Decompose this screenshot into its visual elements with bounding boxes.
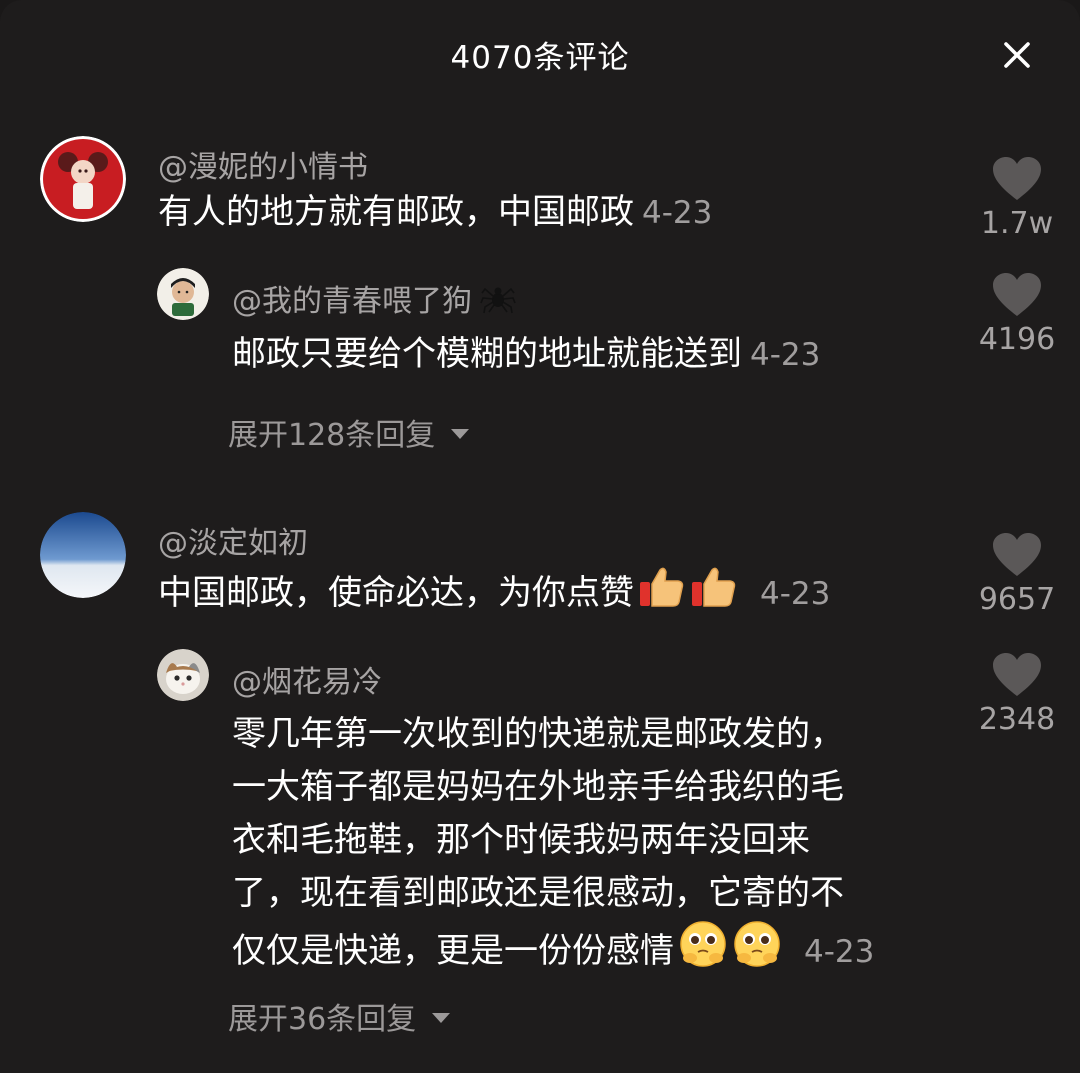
caret-down-icon	[449, 414, 471, 449]
heart-icon	[993, 653, 1041, 696]
like-count: 2348	[978, 702, 1056, 737]
reply-date: 4-23	[750, 337, 821, 373]
heart-icon	[993, 533, 1041, 576]
like-button[interactable]: 4196	[962, 272, 1072, 357]
expand-replies-label: 展开128条回复	[228, 418, 436, 453]
comments-count-title: 4070条评论	[450, 40, 630, 76]
avatar[interactable]	[157, 649, 209, 701]
reply-line: 仅仅是快递，更是一份份感情	[232, 931, 674, 971]
comment-text: 有人的地方就有邮政，中国邮政 4-23	[158, 186, 712, 240]
heart-icon	[993, 273, 1041, 316]
reply-line: 了，现在看到邮政还是很感动，它寄的不	[232, 873, 844, 913]
comment-text: 中国邮政，使命必达，为你点赞 4-23	[158, 564, 830, 626]
expand-replies-button[interactable]: 展开36条回复	[228, 994, 452, 1038]
reply-username[interactable]: @我的青春喂了狗	[232, 276, 516, 323]
like-count: 4196	[978, 322, 1056, 357]
comments-panel: 4070条评论 @漫妮的小情书 有人的地方就有邮政，中国邮政4-23 1.7w	[0, 0, 1080, 1073]
reply-line: 衣和毛拖鞋，那个时候我妈两年没回来	[232, 820, 810, 860]
thumbs-up-emoji	[638, 564, 686, 626]
thumbs-up-emoji	[690, 564, 738, 626]
like-button[interactable]: 2348	[962, 652, 1072, 737]
like-button[interactable]: 9657	[962, 532, 1072, 617]
reply-text: 邮政只要给个模糊的地址就能送到 4-23	[232, 328, 820, 382]
close-button[interactable]	[996, 34, 1038, 76]
like-count: 1.7w	[980, 206, 1054, 241]
avatar[interactable]	[40, 512, 126, 598]
comment-body: 中国邮政，使命必达，为你点赞	[158, 573, 634, 613]
expand-replies-button[interactable]: 展开128条回复	[228, 410, 471, 454]
comment-username[interactable]: @漫妮的小情书	[158, 142, 368, 186]
comment-username[interactable]: @淡定如初	[158, 518, 308, 562]
reply-line: 零几年第一次收到的快递就是邮政发的，	[232, 714, 844, 754]
reply-username[interactable]: @烟花易冷	[232, 657, 382, 701]
pleading-face-emoji	[732, 920, 782, 984]
reply-username-text: @我的青春喂了狗	[232, 284, 472, 319]
reply-date: 4-23	[804, 934, 875, 970]
comment-date: 4-23	[760, 576, 831, 612]
like-count: 9657	[978, 582, 1056, 617]
like-button[interactable]: 1.7w	[962, 156, 1072, 241]
comment-body: 有人的地方就有邮政，中国邮政	[158, 192, 634, 232]
reply-body: 邮政只要给个模糊的地址就能送到	[232, 334, 742, 374]
caret-down-icon	[430, 998, 452, 1033]
reply-text: 零几年第一次收到的快递就是邮政发的， 一大箱子都是妈妈在外地亲手给我织的毛 衣和…	[232, 708, 874, 984]
expand-replies-label: 展开36条回复	[228, 1002, 417, 1037]
avatar[interactable]	[40, 136, 126, 222]
comment-date: 4-23	[642, 195, 713, 231]
reply-line: 一大箱子都是妈妈在外地亲手给我织的毛	[232, 767, 844, 807]
reply-line-last: 仅仅是快递，更是一份份感情 4-23	[232, 920, 874, 984]
avatar[interactable]	[157, 268, 209, 320]
close-icon	[1004, 42, 1030, 68]
heart-icon	[993, 157, 1041, 200]
pleading-face-emoji	[678, 920, 728, 984]
spider-icon	[480, 281, 516, 323]
